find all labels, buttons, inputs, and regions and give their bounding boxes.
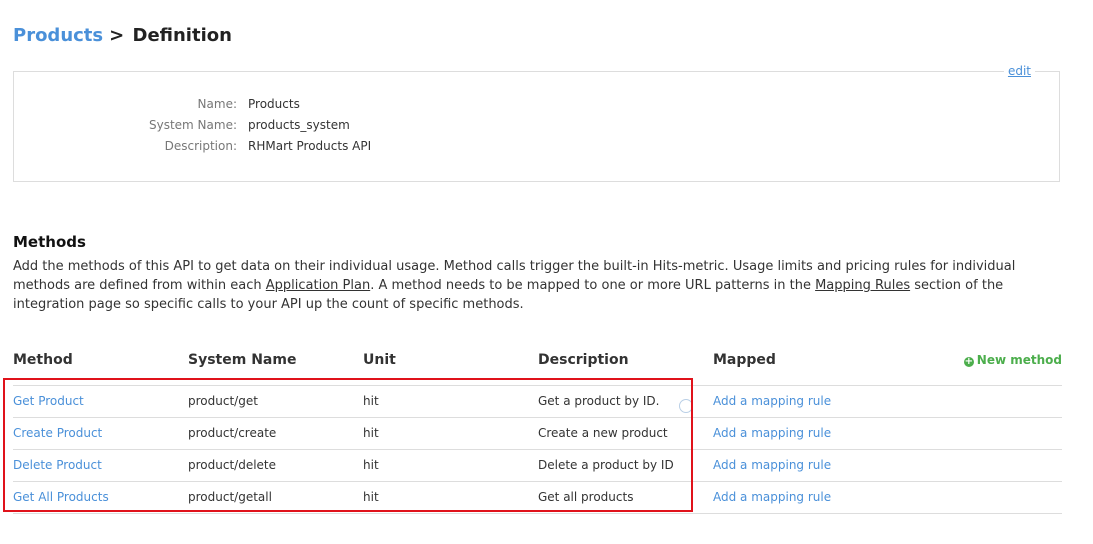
breadcrumb-products-link[interactable]: Products <box>13 25 103 46</box>
method-link[interactable]: Get All Products <box>13 481 109 513</box>
definition-value: Products <box>248 97 300 111</box>
column-header-unit: Unit <box>363 352 396 368</box>
add-mapping-rule-link[interactable]: Add a mapping rule <box>713 481 831 513</box>
edit-link[interactable]: edit <box>1003 64 1035 78</box>
unit-cell: hit <box>363 426 379 440</box>
system-name-cell: product/getall <box>188 490 272 504</box>
application-plan-link[interactable]: Application Plan <box>266 278 370 293</box>
table-row: Get All Products product/getall hit Get … <box>0 481 1093 513</box>
add-mapping-rule-link[interactable]: Add a mapping rule <box>713 417 831 449</box>
method-link[interactable]: Get Product <box>13 385 84 417</box>
table-row: Delete Product product/delete hit Delete… <box>0 449 1093 481</box>
description-cell: Get a product by ID. <box>538 394 660 408</box>
system-name-cell: product/delete <box>188 458 277 472</box>
add-mapping-rule-link[interactable]: Add a mapping rule <box>713 385 831 417</box>
breadcrumb: Products > Definition <box>13 25 232 46</box>
column-header-method: Method <box>13 352 73 368</box>
column-header-description: Description <box>538 352 629 368</box>
methods-heading: Methods <box>13 233 86 251</box>
column-header-system-name: System Name <box>188 352 297 368</box>
definition-label: Name: <box>197 97 237 111</box>
methods-description-text: . A method needs to be mapped to one or … <box>370 278 816 293</box>
definition-value: products_system <box>248 118 350 132</box>
page: Products > Definition edit Name: Products… <box>0 0 1093 544</box>
description-cell: Delete a product by ID <box>538 458 674 472</box>
new-method-button[interactable]: + New method <box>963 353 1062 367</box>
unit-cell: hit <box>363 490 379 504</box>
definition-label: Description: <box>164 139 237 153</box>
page-title: Definition <box>132 25 232 46</box>
definition-label: System Name: <box>148 118 237 132</box>
description-cell: Get all products <box>538 490 634 504</box>
breadcrumb-separator: > <box>109 25 125 46</box>
add-mapping-rule-link[interactable]: Add a mapping rule <box>713 449 831 481</box>
system-name-cell: product/get <box>188 394 258 408</box>
definition-value: RHMart Products API <box>248 139 372 153</box>
plus-circle-icon: + <box>963 356 974 367</box>
unit-cell: hit <box>363 458 379 472</box>
method-link[interactable]: Delete Product <box>13 449 102 481</box>
definition-panel: edit Name: Products System Name: product… <box>13 64 1060 182</box>
new-method-label: New method <box>976 353 1062 367</box>
loading-spinner-icon <box>679 399 693 413</box>
description-cell: Create a new product <box>538 426 668 440</box>
table-divider <box>13 513 1062 514</box>
methods-description: Add the methods of this API to get data … <box>13 257 1053 314</box>
unit-cell: hit <box>363 394 379 408</box>
system-name-cell: product/create <box>188 426 277 440</box>
method-link[interactable]: Create Product <box>13 417 102 449</box>
mapping-rules-link[interactable]: Mapping Rules <box>815 278 910 293</box>
table-row: Get Product product/get hit Get a produc… <box>0 385 1093 417</box>
table-row: Create Product product/create hit Create… <box>0 417 1093 449</box>
column-header-mapped: Mapped <box>713 352 776 368</box>
